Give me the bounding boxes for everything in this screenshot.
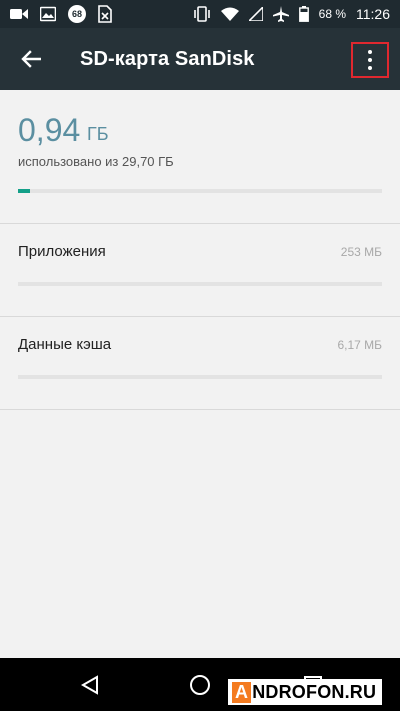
triangle-back-icon (80, 675, 98, 695)
nav-home-button[interactable] (185, 670, 215, 700)
watermark-logo: A NDROFON.RU (228, 679, 383, 705)
arrow-back-icon (21, 50, 41, 68)
page-title: SD-карта SanDisk (80, 47, 255, 70)
more-options-button[interactable] (351, 42, 389, 78)
badge-68-icon: 68 (68, 5, 86, 23)
list-item-size: 6,17 МБ (337, 338, 382, 352)
list-item-bar (18, 282, 382, 286)
list-item-bar (18, 375, 382, 379)
vibrate-icon (193, 6, 211, 22)
image-icon (40, 6, 56, 22)
sim-icon (98, 5, 112, 23)
used-caption: использовано из 29,70 ГБ (18, 154, 174, 169)
battery-icon (298, 6, 309, 22)
status-icons-left: 68 (10, 5, 112, 23)
list-item-label: Приложения (18, 243, 106, 260)
back-button[interactable] (0, 28, 62, 90)
wifi-icon (220, 7, 239, 21)
list-item-cache[interactable]: Данные кэша 6,17 МБ (0, 318, 400, 410)
airplane-icon (272, 6, 289, 22)
used-value: 0,94 (18, 112, 81, 148)
used-unit: ГБ (87, 124, 109, 144)
signal-icon (248, 7, 263, 21)
storage-progress-bar (18, 189, 382, 193)
watermark-prefix: A (232, 681, 252, 703)
status-icons-right: 68 % 11:26 (193, 6, 390, 22)
storage-progress-fill (18, 189, 30, 193)
video-icon (10, 7, 28, 21)
list-item-apps[interactable]: Приложения 253 МБ (0, 225, 400, 317)
status-bar: 68 68 % 11:26 (0, 0, 400, 28)
list-item-size: 253 МБ (340, 245, 382, 259)
list-item-label: Данные кэша (18, 336, 112, 353)
battery-percent: 68 % (318, 7, 346, 21)
watermark-text: NDROFON.RU (252, 681, 377, 702)
nav-back-button[interactable] (75, 670, 105, 700)
circle-home-icon (190, 675, 210, 695)
clock: 11:26 (356, 6, 390, 22)
app-bar: SD-карта SanDisk (0, 28, 400, 90)
more-vert-icon (368, 50, 372, 70)
